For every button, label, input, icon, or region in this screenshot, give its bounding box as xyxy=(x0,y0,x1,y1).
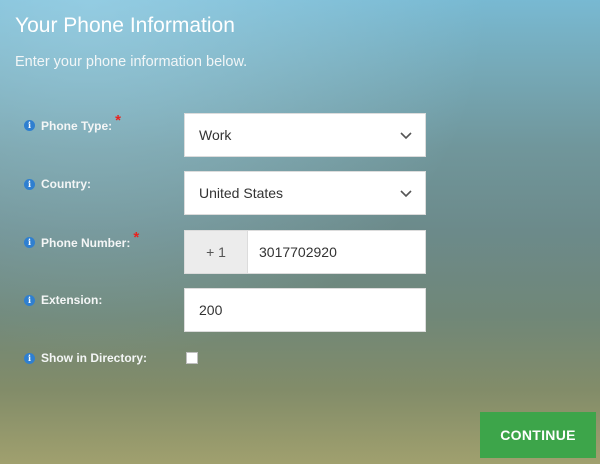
chevron-down-icon xyxy=(400,132,412,140)
chevron-down-icon xyxy=(400,190,412,198)
extension-input[interactable]: 200 xyxy=(184,288,426,332)
country-code-prefix: + 1 xyxy=(185,231,248,273)
show-in-directory-label-group: i Show in Directory: xyxy=(24,351,147,365)
phone-number-group: + 1 3017702920 xyxy=(184,230,426,274)
required-asterisk: * xyxy=(115,112,121,129)
phone-type-value: Work xyxy=(199,127,232,143)
info-icon[interactable]: i xyxy=(24,237,35,248)
page-title: Your Phone Information xyxy=(15,14,235,37)
show-in-directory-label: Show in Directory: xyxy=(41,351,148,365)
country-select[interactable]: United States xyxy=(184,171,426,215)
extension-value: 200 xyxy=(199,302,223,318)
country-value: United States xyxy=(199,185,284,201)
show-in-directory-checkbox[interactable] xyxy=(186,352,198,364)
phone-number-label: Phone Number: xyxy=(41,235,131,250)
extension-label: Extension: xyxy=(41,293,103,307)
info-icon[interactable]: i xyxy=(24,178,35,190)
page-subtitle: Enter your phone information below. xyxy=(15,54,248,70)
phone-type-label: Phone Type: xyxy=(41,118,113,133)
required-asterisk: * xyxy=(133,229,140,246)
phone-type-select[interactable]: Work xyxy=(184,113,426,157)
continue-button[interactable]: CONTINUE xyxy=(480,412,596,458)
extension-label-group: i Extension: xyxy=(24,293,102,307)
info-icon[interactable]: i xyxy=(24,294,35,306)
phone-number-label-group: i Phone Number: * xyxy=(24,229,139,251)
info-icon[interactable]: i xyxy=(24,352,35,364)
phone-type-label-group: i Phone Type: * xyxy=(24,112,121,134)
country-label: Country: xyxy=(41,177,91,191)
phone-number-input[interactable]: 3017702920 xyxy=(248,244,337,260)
info-icon[interactable]: i xyxy=(24,120,35,131)
country-label-group: i Country: xyxy=(24,177,91,191)
